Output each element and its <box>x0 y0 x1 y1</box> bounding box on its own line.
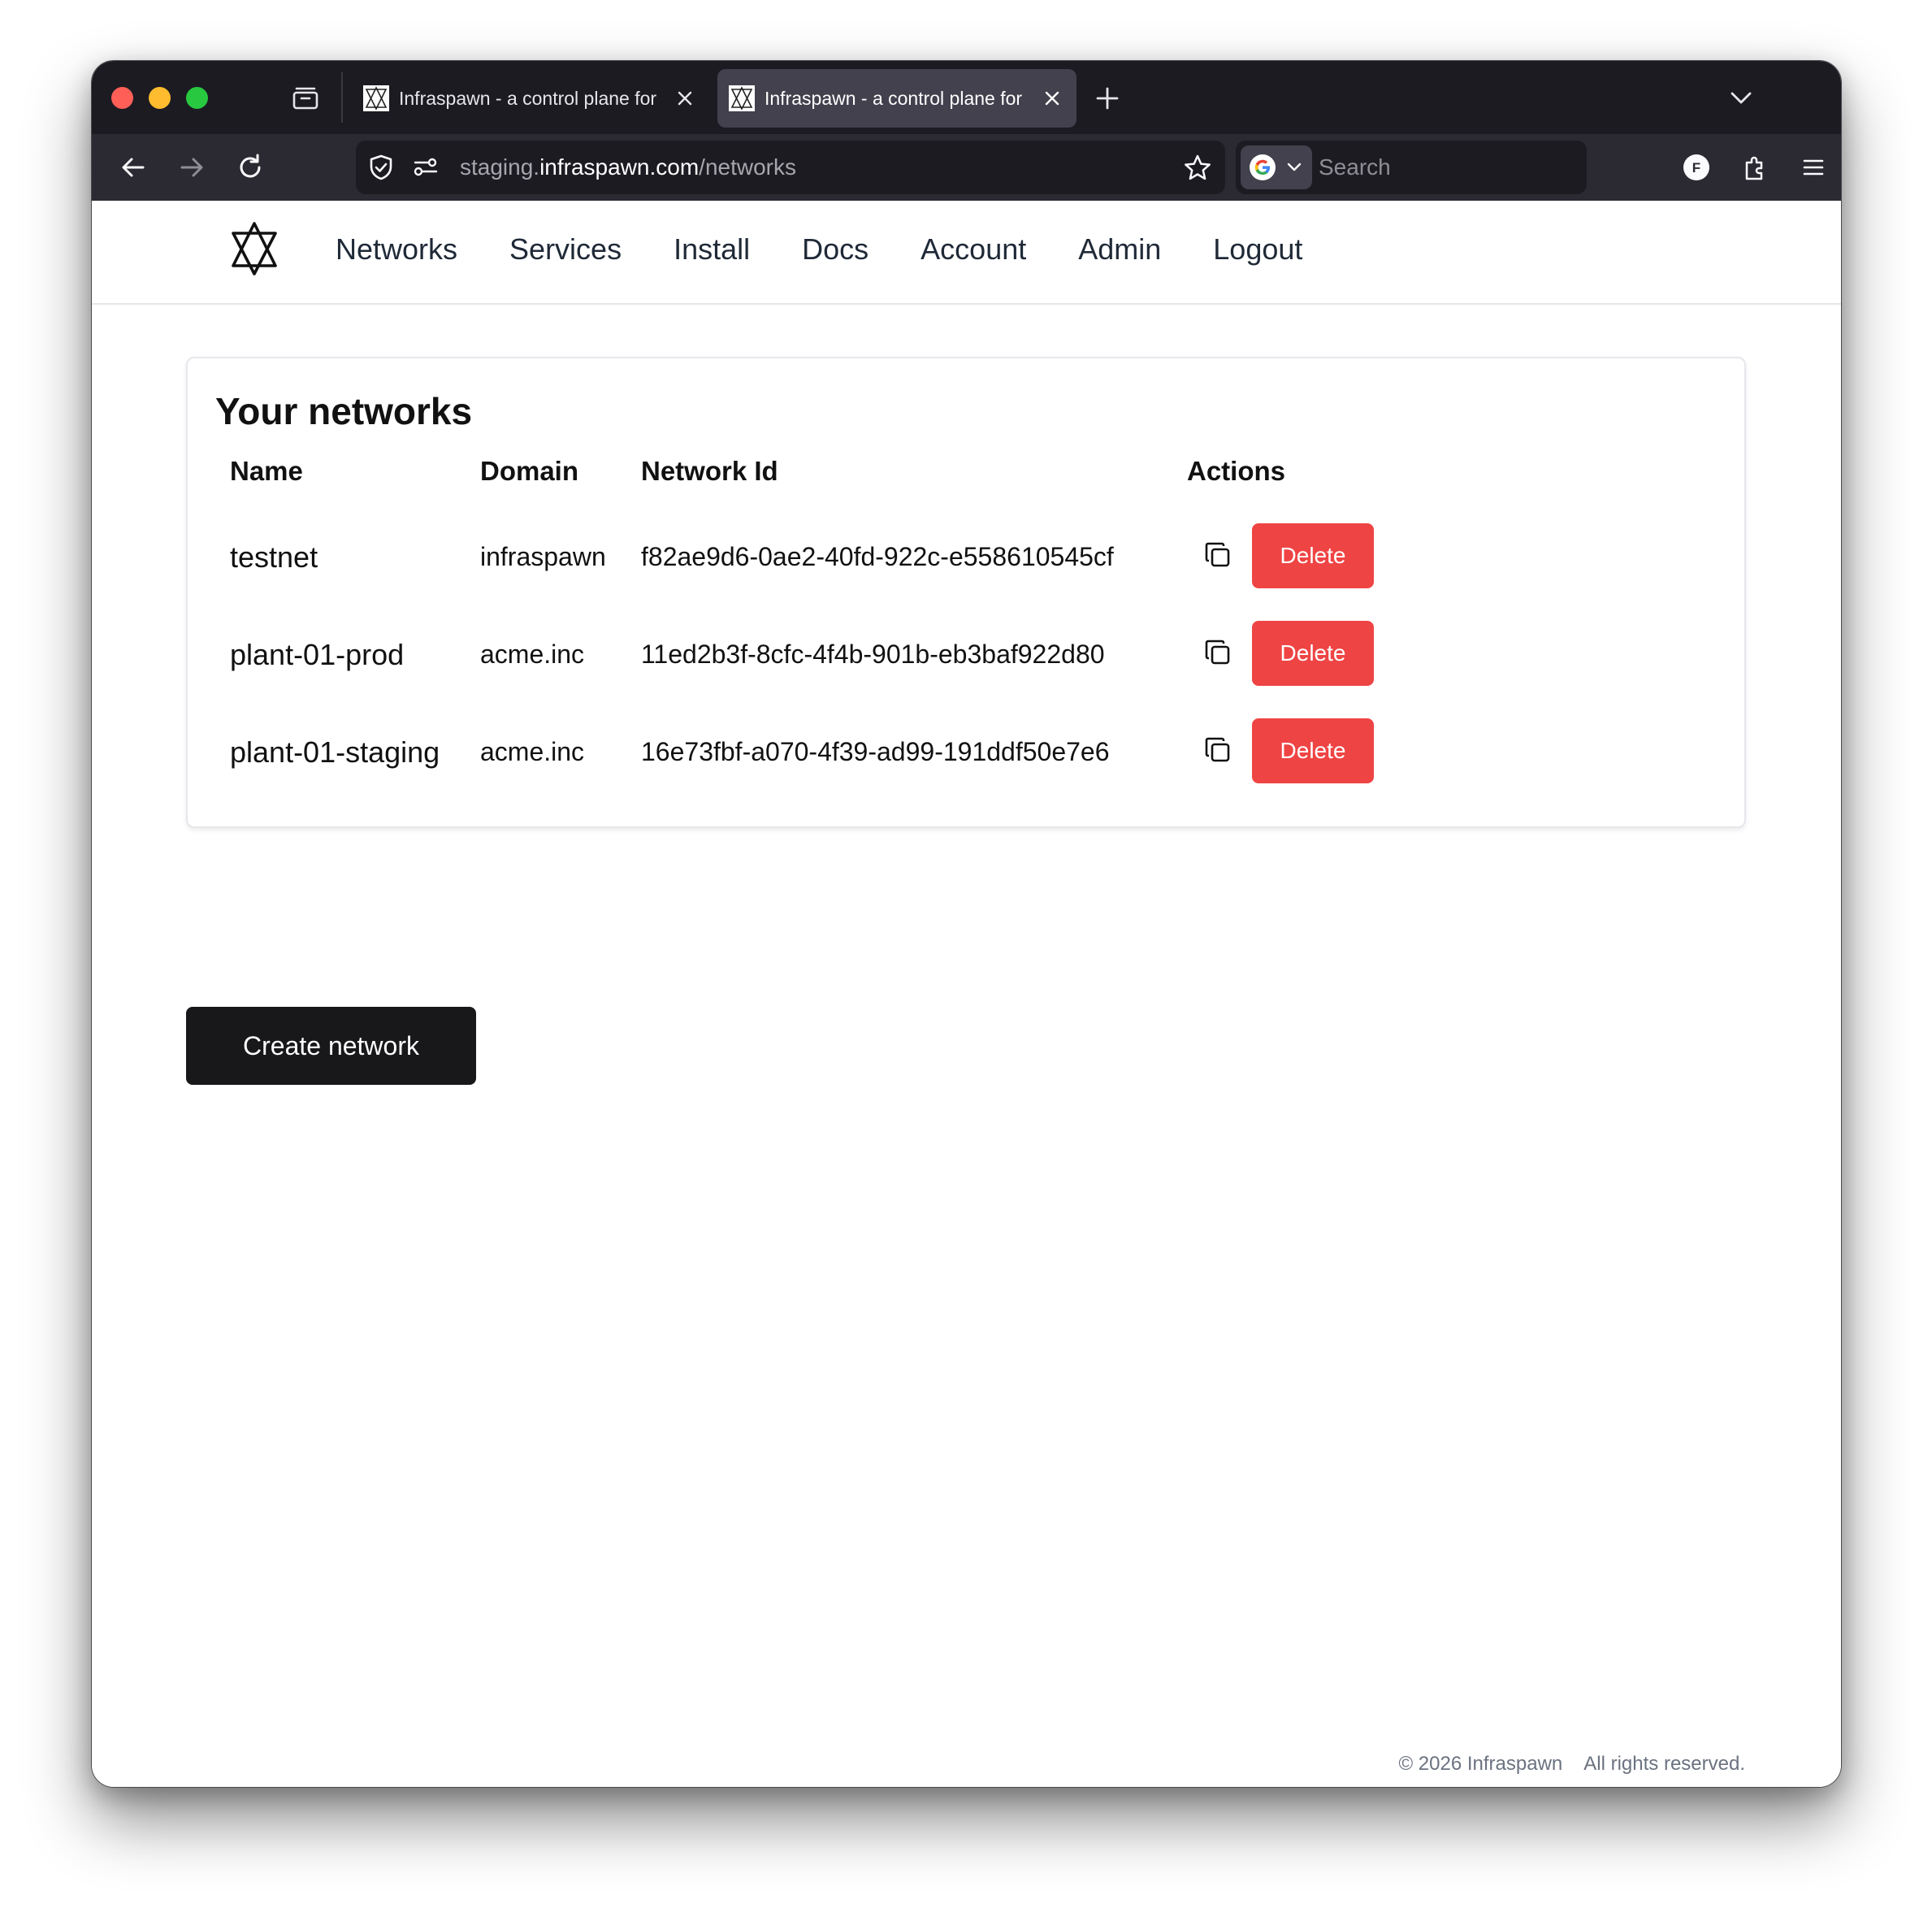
close-tab-icon[interactable] <box>1036 82 1068 115</box>
copy-network-id-button[interactable] <box>1200 732 1236 768</box>
minimize-window-button[interactable] <box>149 87 171 109</box>
url-domain: infraspawn.com <box>539 154 700 180</box>
tab-title: Infraspawn - a control plane for <box>399 87 657 109</box>
navigation-toolbar: staging.infraspawn.com/networks Search F <box>92 134 1841 201</box>
column-header-network-id: Network Id <box>641 456 778 486</box>
google-g-icon <box>1250 154 1276 180</box>
delete-network-button[interactable]: Delete <box>1252 621 1374 686</box>
network-domain: acme.inc <box>480 640 585 669</box>
copy-icon <box>1205 737 1230 762</box>
network-id: f82ae9d6-0ae2-40fd-922c-e558610545cf <box>641 542 1114 571</box>
app-menu-button[interactable] <box>1795 149 1832 186</box>
forward-button[interactable] <box>173 149 210 186</box>
screenshot-stage: Infraspawn - a control plane for Infrasp… <box>0 0 1932 1908</box>
account-button[interactable]: F <box>1678 149 1715 186</box>
address-bar[interactable]: staging.infraspawn.com/networks <box>356 141 1225 194</box>
new-tab-icon[interactable] <box>1091 82 1124 115</box>
network-id: 16e73fbf-a070-4f39-ad99-191ddf50e7e6 <box>641 737 1110 766</box>
puzzle-piece-icon <box>1745 156 1763 180</box>
column-header-name: Name <box>230 456 303 486</box>
copy-icon <box>1205 640 1230 665</box>
search-engine-selector[interactable] <box>1241 145 1312 189</box>
extensions-button[interactable] <box>1736 149 1774 186</box>
close-tab-icon[interactable] <box>669 82 701 115</box>
networks-title: Your networks <box>215 390 473 432</box>
site-header: Networks Services Install Docs Account A… <box>92 201 1841 305</box>
list-all-tabs-chevron-down-icon[interactable] <box>1725 82 1757 115</box>
footer-rights: All rights reserved. <box>1583 1753 1745 1775</box>
site-navigation: Networks Services Install Docs Account A… <box>336 227 1354 272</box>
browser-tab-2-active[interactable]: Infraspawn - a control plane for <box>717 69 1076 128</box>
nav-admin[interactable]: Admin <box>1078 227 1161 272</box>
maximize-window-button[interactable] <box>186 87 208 109</box>
nav-logout[interactable]: Logout <box>1213 227 1302 272</box>
infraspawn-favicon-icon <box>363 85 389 111</box>
reload-button[interactable] <box>232 149 269 186</box>
copy-network-id-button[interactable] <box>1200 635 1236 670</box>
nav-docs[interactable]: Docs <box>802 227 869 272</box>
copy-icon <box>1205 542 1230 567</box>
network-name: testnet <box>230 540 318 574</box>
search-input[interactable] <box>1319 145 1579 189</box>
copy-network-id-button[interactable] <box>1200 537 1236 573</box>
bookmark-star-icon[interactable] <box>1183 154 1212 183</box>
hamburger-menu-icon <box>1803 159 1824 176</box>
nav-install[interactable]: Install <box>674 227 750 272</box>
reload-icon <box>240 154 261 178</box>
profile-initial: F <box>1692 160 1700 176</box>
arrow-left-icon <box>122 158 145 177</box>
network-id: 11ed2b3f-8cfc-4f4b-901b-eb3baf922d80 <box>641 640 1105 669</box>
nav-networks[interactable]: Networks <box>336 227 457 272</box>
nav-account[interactable]: Account <box>921 227 1026 272</box>
network-name: plant-01-staging <box>230 735 440 769</box>
nav-services[interactable]: Services <box>509 227 622 272</box>
search-bar[interactable] <box>1236 141 1587 194</box>
column-header-actions: Actions <box>1187 456 1286 486</box>
delete-network-button[interactable]: Delete <box>1252 523 1374 588</box>
arrow-right-icon <box>180 158 203 177</box>
url-text[interactable]: staging.infraspawn.com/networks <box>460 154 796 180</box>
browser-window: Infraspawn - a control plane for Infrasp… <box>91 60 1842 1788</box>
close-window-button[interactable] <box>111 87 133 109</box>
browser-tab-1[interactable]: Infraspawn - a control plane for <box>352 69 709 128</box>
unicursal-hexagram-logo-icon[interactable] <box>225 220 284 279</box>
tab-strip: Infraspawn - a control plane for Infrasp… <box>92 61 1841 134</box>
site-footer: © 2026 Infraspawn All rights reserved. <box>1398 1753 1745 1776</box>
chevron-down-icon <box>1287 163 1302 171</box>
web-page: Networks Services Install Docs Account A… <box>92 201 1841 1787</box>
back-button[interactable] <box>115 149 152 186</box>
create-network-button[interactable]: Create network <box>186 1007 476 1085</box>
site-permissions-icon[interactable] <box>413 155 439 180</box>
tracking-protection-shield-icon[interactable] <box>367 154 395 181</box>
url-subdomain: staging. <box>460 154 540 180</box>
tab-separator <box>341 72 343 123</box>
delete-network-button[interactable]: Delete <box>1252 718 1374 783</box>
network-domain: acme.inc <box>480 737 585 766</box>
network-name: plant-01-prod <box>230 638 405 671</box>
networks-card: Your networks Name Domain Network Id Act… <box>186 357 1746 828</box>
network-domain: infraspawn <box>480 542 606 571</box>
account-avatar-icon: F <box>1683 154 1709 180</box>
column-header-domain: Domain <box>480 456 579 486</box>
footer-copyright: © 2026 Infraspawn <box>1398 1753 1563 1775</box>
infraspawn-favicon-icon <box>729 85 755 111</box>
tab-overview-icon[interactable] <box>292 85 319 110</box>
tab-title: Infraspawn - a control plane for <box>765 87 1023 109</box>
url-path: /networks <box>699 154 796 180</box>
